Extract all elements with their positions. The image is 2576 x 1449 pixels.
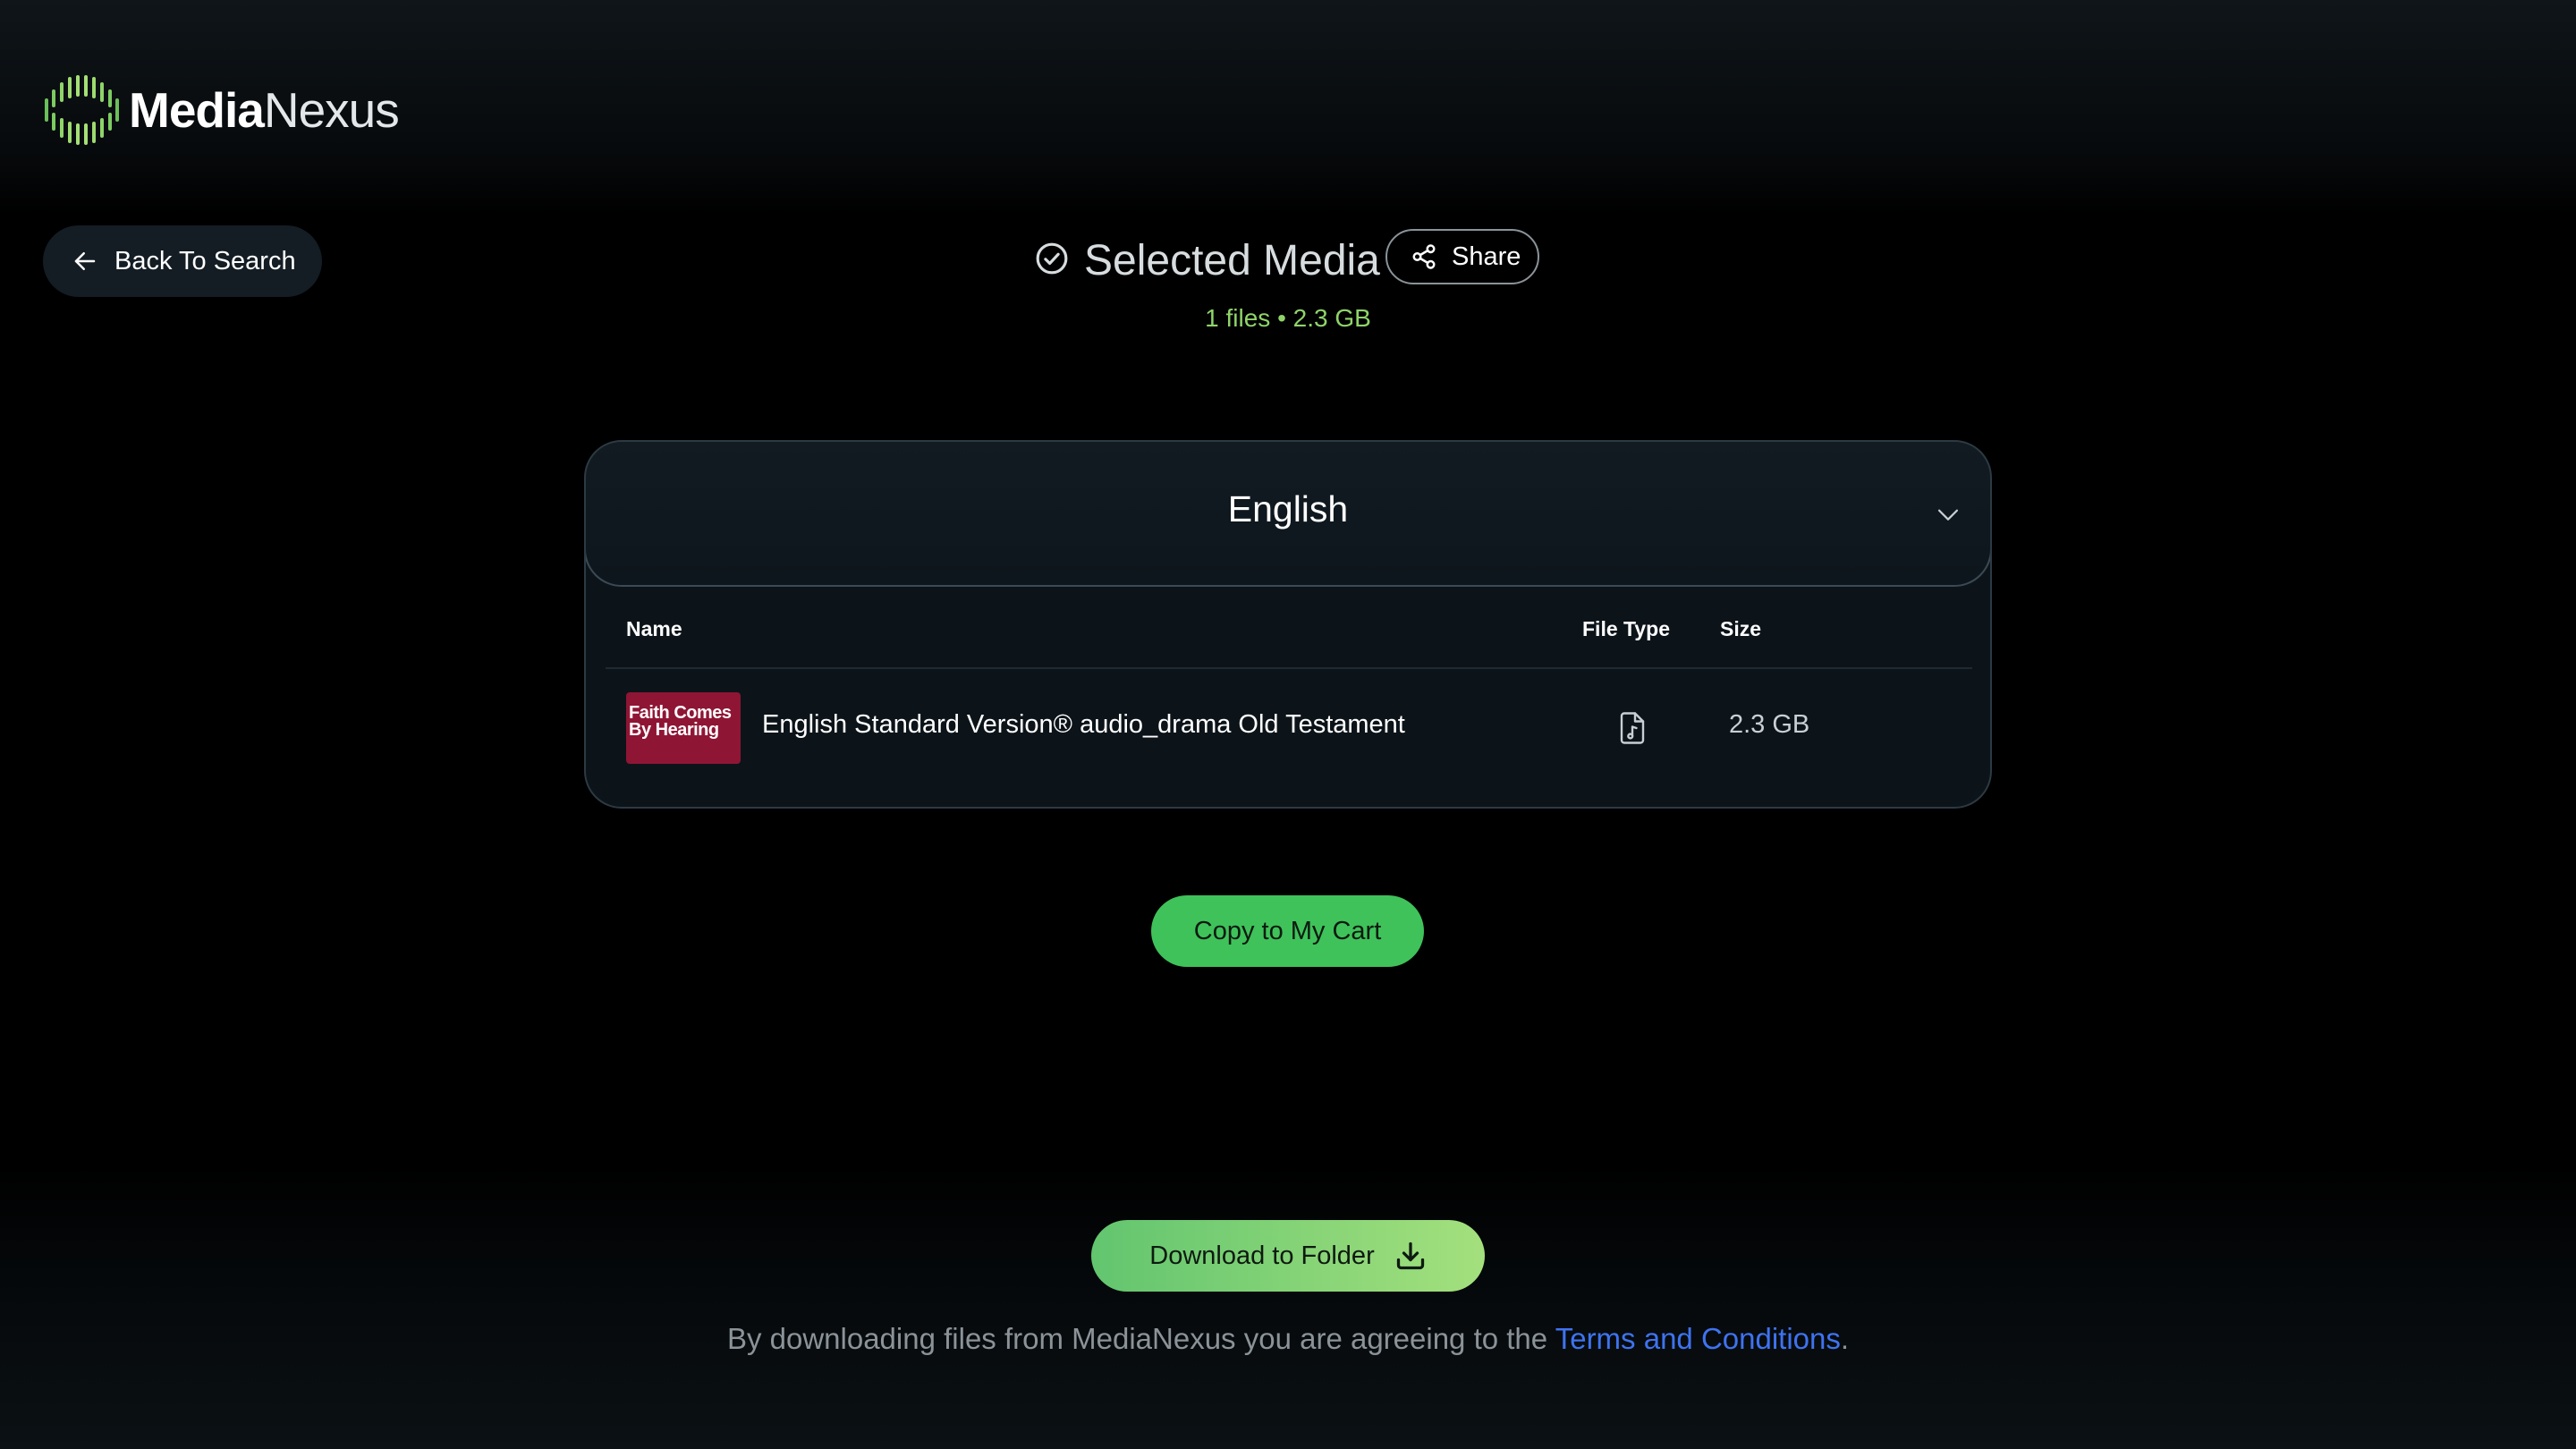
download-icon [1396, 1241, 1424, 1270]
language-card: English Name File Type Size Faith Comes … [584, 440, 1992, 809]
language-accordion-header[interactable]: English [586, 442, 1990, 587]
media-name: English Standard Version® audio_drama Ol… [762, 710, 1405, 739]
page-title: Selected Media [1084, 237, 1380, 284]
share-label: Share [1452, 242, 1521, 271]
share-icon [1412, 244, 1436, 269]
logo[interactable]: MediaNexus [43, 72, 400, 148]
copy-to-cart-label: Copy to My Cart [1193, 916, 1382, 945]
media-thumbnail: Faith Comes By Hearing [626, 692, 741, 764]
download-to-folder-button[interactable]: Download to Folder [1091, 1220, 1485, 1292]
chevron-down-icon[interactable] [1933, 499, 1963, 530]
logo-text: MediaNexus [129, 85, 400, 135]
download-to-folder-label: Download to Folder [1149, 1241, 1375, 1270]
logo-text-bold: Media [129, 81, 265, 138]
bottom-gradient [0, 1163, 2576, 1449]
table-row[interactable]: Faith Comes By Hearing English Standard … [586, 692, 1990, 764]
terms-link[interactable]: Terms and Conditions [1555, 1322, 1841, 1355]
column-header-size: Size [1720, 617, 1762, 640]
terms-notice: By downloading files from MediaNexus you… [0, 1322, 2576, 1356]
column-header-name: Name [626, 617, 682, 640]
thumbnail-line-2: By Hearing [629, 720, 719, 740]
check-circle-icon [1036, 242, 1068, 275]
page-header: Selected Media Share [0, 227, 2576, 290]
table-divider [606, 667, 1972, 669]
language-title: English [1227, 488, 1349, 530]
copy-to-cart-button[interactable]: Copy to My Cart [1151, 895, 1424, 967]
media-size: 2.3 GB [1729, 710, 1810, 739]
logo-text-light: Nexus [263, 81, 400, 138]
selection-summary: 1 files • 2.3 GB [1205, 304, 1371, 332]
terms-suffix: . [1840, 1322, 1850, 1355]
column-header-file-type: File Type [1582, 617, 1670, 640]
table-header: Name File Type Size [586, 617, 1990, 653]
audio-file-icon [1620, 712, 1645, 744]
terms-prefix: By downloading files from MediaNexus you… [726, 1322, 1555, 1355]
logo-icon [45, 75, 119, 145]
share-button[interactable]: Share [1385, 229, 1539, 284]
